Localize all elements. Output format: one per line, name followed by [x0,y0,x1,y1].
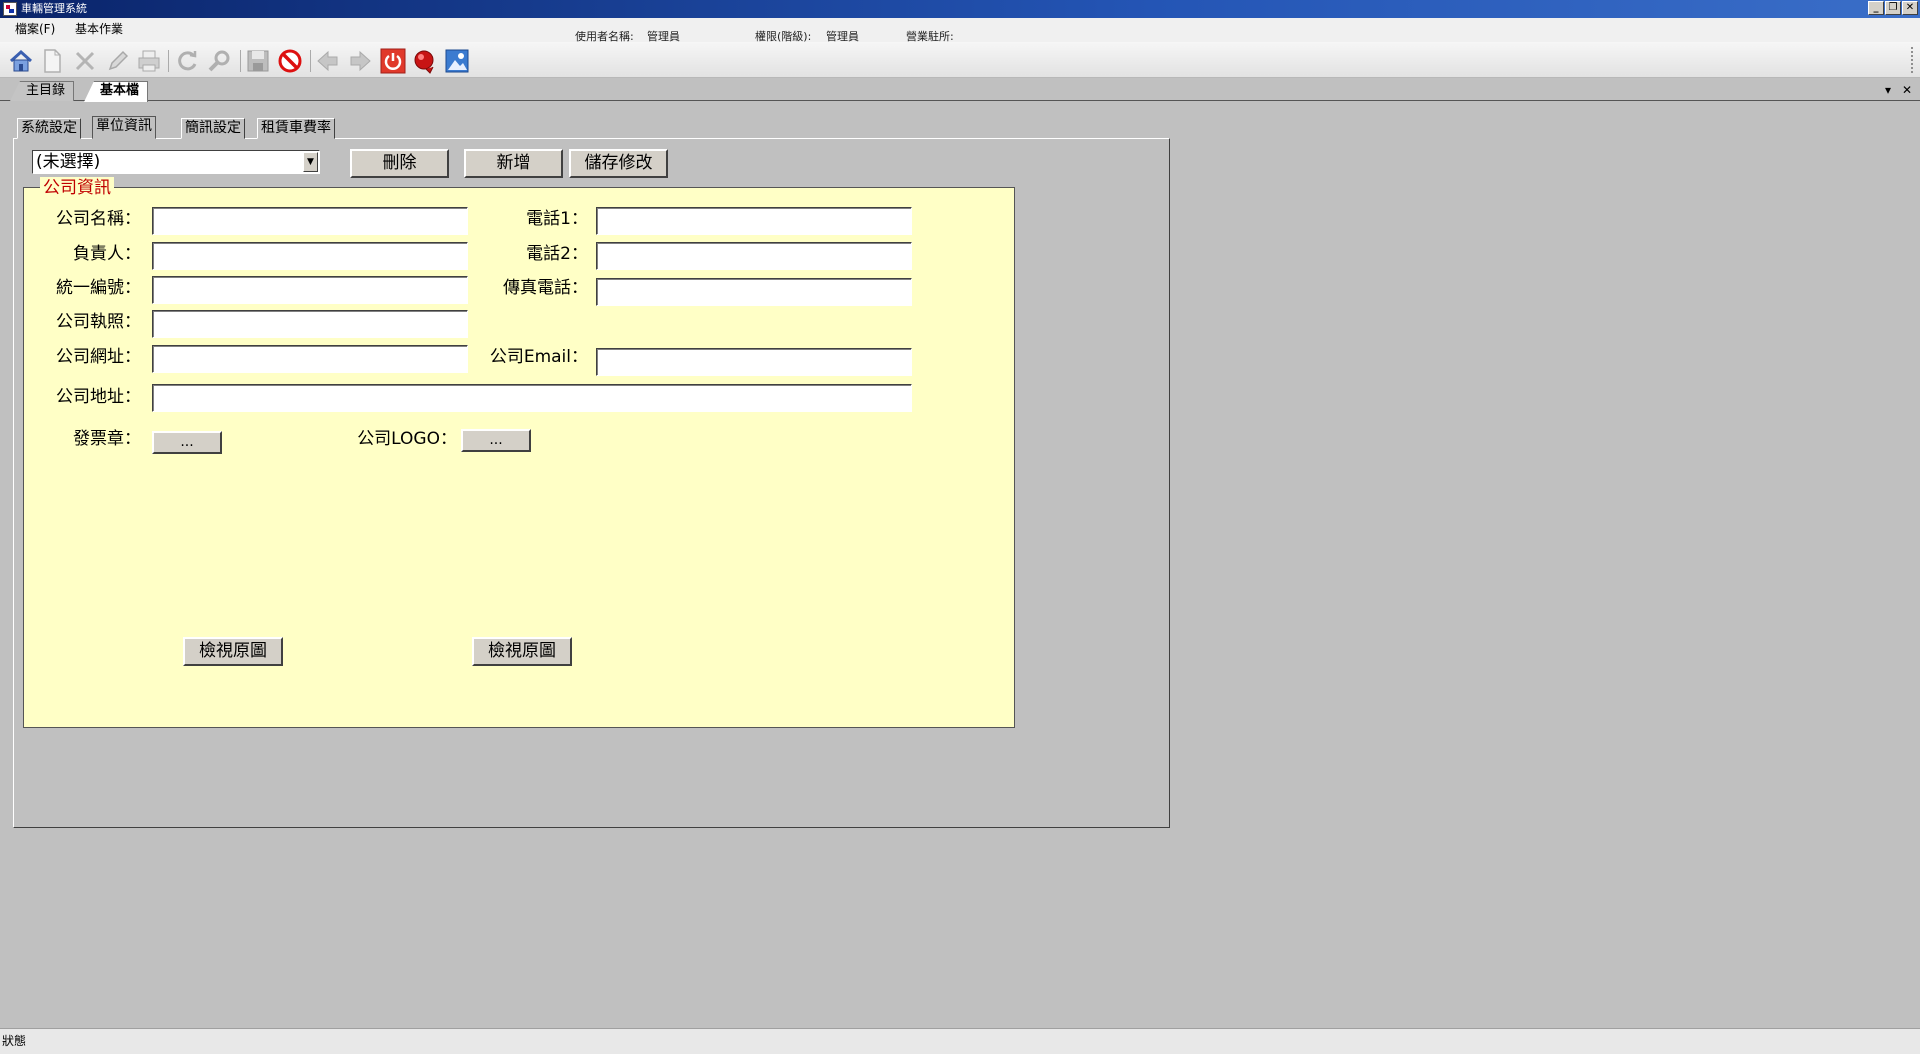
logo-label: 公司LOGO： [357,429,457,449]
menu-bar: 檔案(F) 基本作業 使用者名稱: 管理員 權限(階級): 管理員 營業駐所: [0,18,1920,43]
fax-label: 傳真電話： [503,278,588,298]
document-tab-strip: 主目錄 基本檔 ▾ ✕ [0,78,1920,102]
alarm-icon[interactable] [411,47,439,75]
close-button[interactable]: ✕ [1902,1,1918,15]
title-bar: 車輛管理系統 _ ❐ ✕ [0,0,1920,18]
edit-icon[interactable] [104,47,132,75]
tax-id-field[interactable] [152,276,468,304]
menu-file[interactable]: 檔案(F) [12,21,58,37]
status-text: 狀態 [2,1034,27,1048]
toolbar-separator [240,50,241,72]
picture-icon[interactable] [443,47,471,75]
website-label: 公司網址： [56,347,141,367]
email-field[interactable] [596,348,912,376]
fax-field[interactable] [596,278,912,306]
view-logo-button[interactable]: 檢視原圖 [472,637,572,666]
status-bar: 狀態 [0,1028,1920,1054]
email-label: 公司Email： [489,347,588,367]
view-invoice-stamp-button[interactable]: 檢視原圖 [183,637,283,666]
delete-icon[interactable] [71,47,99,75]
previous-icon[interactable] [314,47,342,75]
unit-select[interactable]: (未選擇) ▼ [32,150,320,174]
tab-unit-info[interactable]: 單位資訊 [92,116,156,139]
power-icon[interactable] [379,47,407,75]
tab-sms-settings[interactable]: 簡訊設定 [181,118,245,139]
company-name-field[interactable] [152,207,468,235]
tab-system-settings[interactable]: 系統設定 [17,118,81,139]
search-icon[interactable] [206,47,234,75]
tab-list-dropdown-icon[interactable]: ▾ [1885,83,1891,97]
save-icon[interactable] [244,47,272,75]
phone2-field[interactable] [596,242,912,270]
toolbar-grip[interactable] [1910,46,1914,74]
add-button[interactable]: 新增 [464,149,563,178]
tab-basic-data[interactable]: 基本檔 [84,81,149,102]
toolbar-separator [168,50,169,72]
menu-basic-operations[interactable]: 基本作業 [72,21,126,37]
new-document-icon[interactable] [38,47,66,75]
principal-label: 負責人： [73,244,141,264]
save-changes-button[interactable]: 儲存修改 [569,149,668,178]
refresh-icon[interactable] [173,47,201,75]
minimize-button[interactable]: _ [1868,1,1884,15]
address-label: 公司地址： [56,387,141,407]
license-label: 公司執照： [56,312,141,332]
phone1-label: 電話1： [526,209,588,229]
logo-browse-button[interactable]: ... [461,429,531,452]
toolbar-separator [310,50,311,72]
chevron-down-icon[interactable]: ▼ [303,152,318,172]
home-icon[interactable] [7,47,35,75]
address-field[interactable] [152,384,912,412]
tab-rental-rates[interactable]: 租賃車費率 [257,118,335,139]
window-title: 車輛管理系統 [21,2,87,15]
website-field[interactable] [152,345,468,373]
company-name-label: 公司名稱： [56,209,141,229]
principal-field[interactable] [152,242,468,270]
license-field[interactable] [152,310,468,338]
tab-main-menu[interactable]: 主目錄 [10,81,75,101]
delete-button[interactable]: 刪除 [350,149,449,178]
toolbar [0,42,1920,78]
unit-select-value: (未選擇) [36,152,101,172]
invoice-stamp-browse-button[interactable]: ... [152,431,222,454]
print-icon[interactable] [135,47,163,75]
tab-close-icon[interactable]: ✕ [1902,83,1912,97]
restore-button[interactable]: ❐ [1885,1,1901,15]
invoice-stamp-label: 發票章： [73,429,141,449]
phone1-field[interactable] [596,207,912,235]
stop-icon[interactable] [276,47,304,75]
next-icon[interactable] [346,47,374,75]
app-icon [3,2,17,16]
phone2-label: 電話2： [526,244,588,264]
group-title: 公司資訊 [40,177,114,199]
tax-id-label: 統一編號： [56,278,141,298]
